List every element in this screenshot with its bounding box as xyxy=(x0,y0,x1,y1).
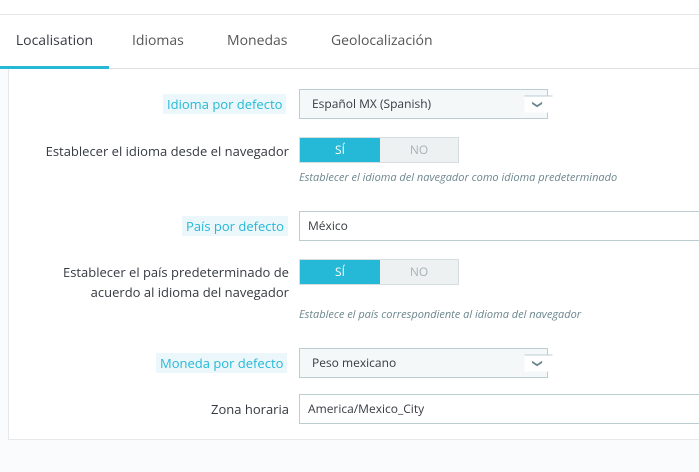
timezone-label: Zona horaria xyxy=(211,400,289,418)
top-strip xyxy=(0,0,699,15)
default-currency-label: Moneda por defecto xyxy=(156,353,288,373)
localisation-config-panel xyxy=(8,69,699,440)
default-language-select[interactable]: Español MX (Spanish) ❯ xyxy=(299,89,553,119)
browser-language-label: Establecer el idioma desde el navegador xyxy=(45,142,289,160)
tab-label: Idiomas xyxy=(132,31,184,50)
browser-country-toggle[interactable]: SÍ NO xyxy=(299,259,459,285)
tab-label: Geolocalización xyxy=(331,31,433,50)
toggle-no[interactable]: NO xyxy=(380,260,458,284)
toggle-yes[interactable]: SÍ xyxy=(300,138,380,162)
browser-language-toggle[interactable]: SÍ NO xyxy=(299,137,459,163)
tab-geolocalizacion[interactable]: Geolocalización xyxy=(331,15,433,68)
browser-country-help: Establece el país correspondiente al idi… xyxy=(299,307,582,322)
browser-country-label-line1: Establecer el país predeterminado de xyxy=(62,263,289,281)
browser-country-label-line2: acuerdo al idioma del navegador xyxy=(90,283,289,301)
default-currency-select[interactable]: Peso mexicano ❯ xyxy=(299,348,553,378)
default-country-input[interactable]: México xyxy=(299,211,699,241)
chevron-down-icon[interactable]: ❯ xyxy=(524,95,553,113)
timezone-input[interactable]: America/Mexico_City xyxy=(299,394,699,424)
toggle-yes[interactable]: SÍ xyxy=(300,260,380,284)
default-country-label: País por defecto xyxy=(182,216,288,236)
chevron-down-icon[interactable]: ❯ xyxy=(524,354,553,372)
tab-bar: Localisation Idiomas Monedas Geolocaliza… xyxy=(0,15,699,69)
default-language-value: Español MX (Spanish) xyxy=(312,95,432,112)
tab-idiomas[interactable]: Idiomas xyxy=(132,15,184,68)
default-country-value: México xyxy=(308,217,348,234)
browser-language-help: Establecer el idioma del navegador como … xyxy=(299,170,618,185)
toggle-no[interactable]: NO xyxy=(380,138,458,162)
timezone-value: America/Mexico_City xyxy=(308,400,425,417)
tab-label: Localisation xyxy=(15,31,94,50)
tab-monedas[interactable]: Monedas xyxy=(227,15,287,68)
default-language-label: Idioma por defecto xyxy=(163,94,287,114)
browser-country-label: Establecer el país predeterminado de acu… xyxy=(30,262,289,302)
tab-localisation[interactable]: Localisation xyxy=(0,15,109,69)
default-currency-value: Peso mexicano xyxy=(312,354,397,371)
tab-label: Monedas xyxy=(227,31,288,50)
